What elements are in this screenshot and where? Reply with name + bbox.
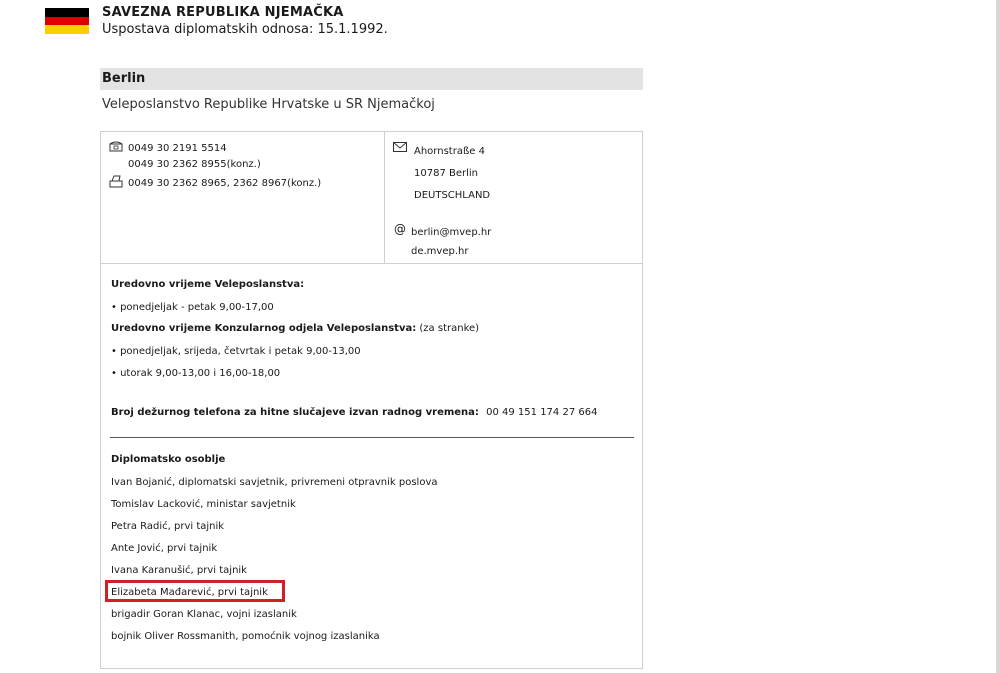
staff-member: Tomislav Lacković, ministar savjetnik [111, 499, 296, 510]
email-link[interactable]: berlin@mvep.hr [411, 227, 491, 239]
flag-stripe-black [45, 8, 89, 17]
flag-stripe-red [45, 16, 89, 26]
staff-member: brigadir Goran Klanac, vojni izaslanik [111, 609, 297, 620]
at-icon: @ [394, 222, 406, 236]
embassy-name: Veleposlanstvo Republike Hrvatske u SR N… [102, 97, 435, 112]
website-link[interactable]: de.mvep.hr [411, 246, 468, 258]
fax-icon [109, 175, 123, 188]
contact-section: 0049 30 2191 5514 0049 30 2362 8955(konz… [101, 132, 642, 264]
established-date: Uspostava diplomatskih odnosa: 15.1.1992… [102, 22, 388, 37]
highlight-box [105, 580, 285, 602]
staff-title: Diplomatsko osoblje [111, 454, 226, 465]
phone-icon [109, 141, 123, 152]
consular-hours-item: • ponedjeljak, srijeda, četvrtak i petak… [111, 346, 361, 357]
emergency-phone: Broj dežurnog telefona za hitne slučajev… [111, 407, 597, 419]
address-city: 10787 Berlin [414, 168, 479, 179]
country-title: SAVEZNA REPUBLIKA NJEMAČKA [102, 5, 344, 20]
consular-hours-note: (za stranke) [419, 323, 480, 334]
flag-stripe-gold [45, 25, 89, 35]
consular-hours-item: • utorak 9,00-13,00 i 16,00-18,00 [111, 368, 281, 379]
consular-hours-heading: Uredovno vrijeme Konzularnog odjela Vele… [111, 323, 479, 335]
consular-hours-title: Uredovno vrijeme Konzularnog odjela Vele… [111, 323, 417, 334]
section-divider [110, 437, 634, 438]
emergency-phone-label: Broj dežurnog telefona za hitne slučajev… [111, 407, 479, 418]
staff-member: bojnik Oliver Rossmanith, pomoćnik vojno… [111, 631, 380, 642]
staff-member: Ivan Bojanić, diplomatski savjetnik, pri… [111, 477, 438, 488]
staff-member: Ivana Karanušić, prvi tajnik [111, 565, 247, 576]
staff-member: Petra Radić, prvi tajnik [111, 521, 225, 532]
page-right-border [996, 0, 1000, 673]
envelope-icon [393, 142, 407, 152]
embassy-hours-title: Uredovno vrijeme Veleposlanstva: [111, 279, 305, 290]
fax-number: 0049 30 2362 8965, 2362 8967(konz.) [128, 178, 322, 189]
address-street: Ahornstraße 4 [414, 146, 485, 157]
germany-flag-icon [45, 8, 89, 35]
address-country: DEUTSCHLAND [414, 190, 491, 201]
phone-number-main[interactable]: 0049 30 2191 5514 [128, 143, 227, 155]
staff-member: Ante Jović, prvi tajnik [111, 543, 218, 554]
emergency-phone-number[interactable]: 00 49 151 174 27 664 [486, 407, 597, 418]
city-name: Berlin [102, 71, 146, 86]
contact-divider [384, 132, 385, 263]
phone-number-consular[interactable]: 0049 30 2362 8955(konz.) [128, 159, 261, 171]
embassy-hours-item: • ponedjeljak - petak 9,00-17,00 [111, 302, 274, 313]
city-header-bar: Berlin [100, 68, 643, 90]
